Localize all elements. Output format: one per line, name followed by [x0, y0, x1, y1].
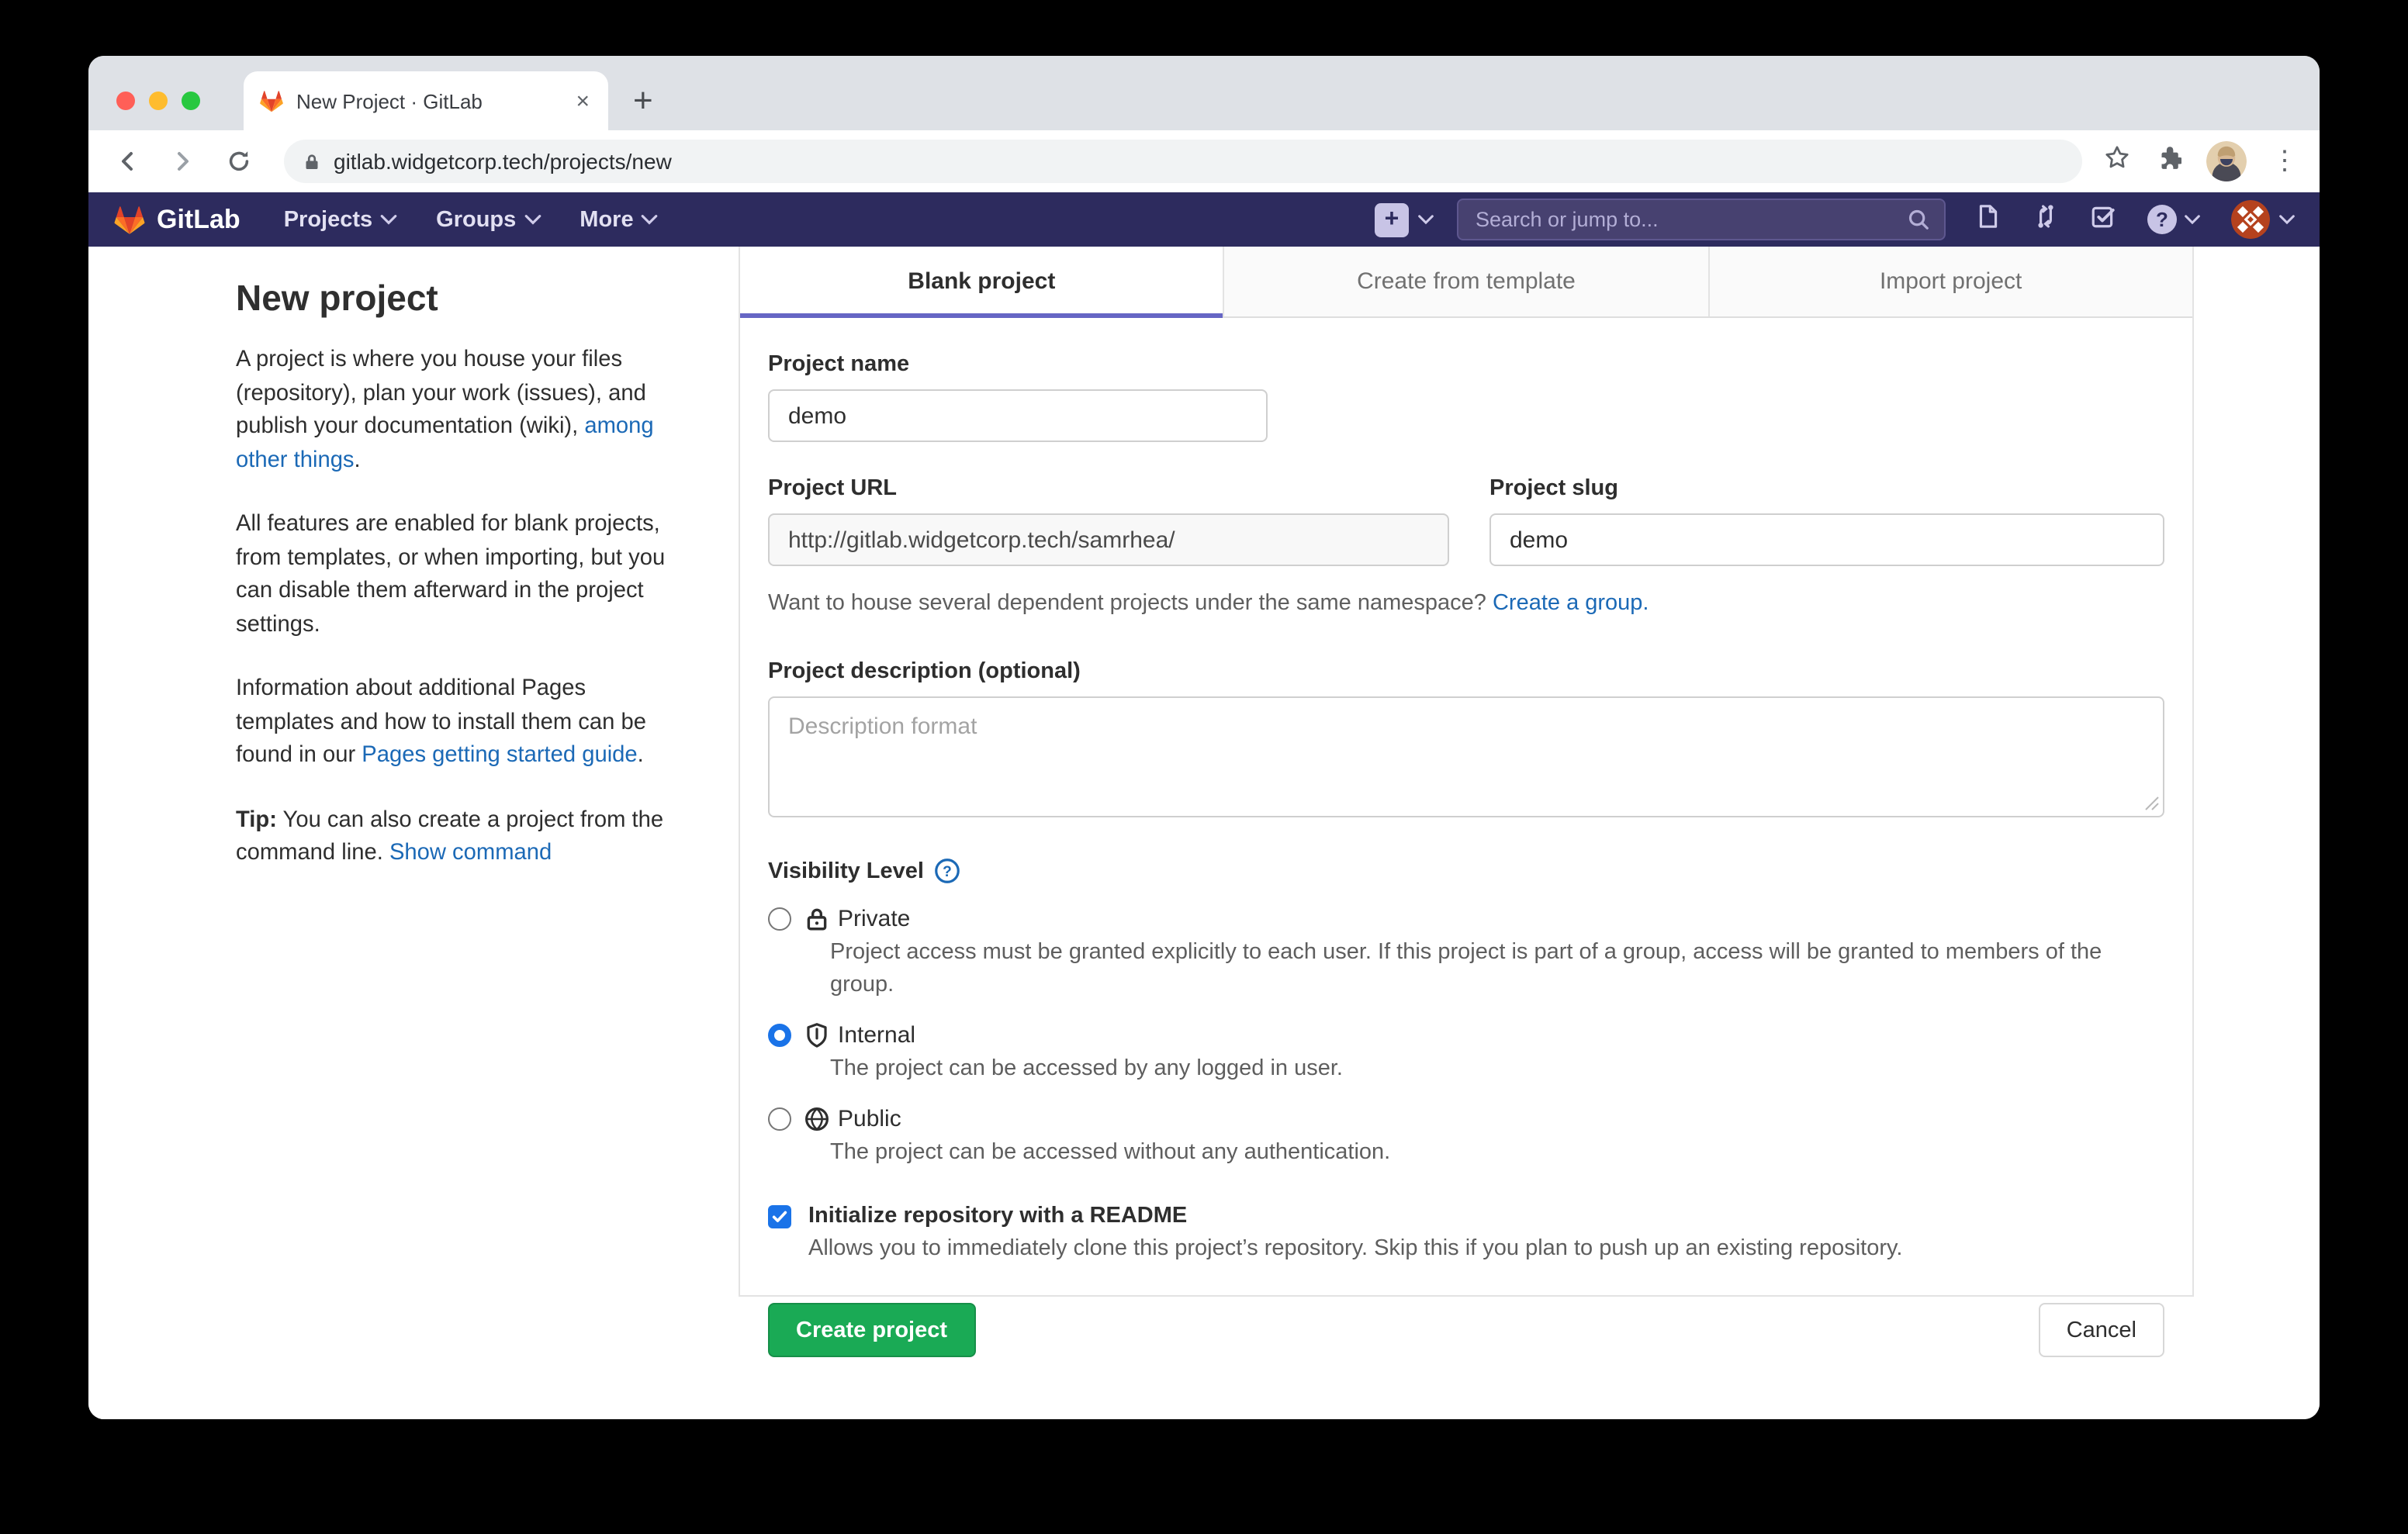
- shield-icon: [804, 1022, 830, 1049]
- nav-item-projects[interactable]: Projects: [284, 207, 397, 232]
- visibility-option-private: Private Project access must be granted e…: [768, 906, 2164, 1002]
- page-content: New project A project is where you house…: [88, 247, 2320, 1419]
- gitlab-logo-icon[interactable]: [113, 203, 146, 236]
- chevron-down-icon: [642, 214, 659, 225]
- new-menu-plus-icon[interactable]: +: [1375, 202, 1409, 237]
- reload-icon[interactable]: [222, 144, 256, 178]
- sidebar-tip: Tip: You can also create a project from …: [236, 804, 683, 871]
- project-slug-label: Project slug: [1489, 476, 2164, 501]
- project-name-label: Project name: [768, 352, 2164, 377]
- global-search[interactable]: [1457, 199, 1946, 240]
- resize-grip-icon[interactable]: [2144, 796, 2160, 811]
- check-icon: [771, 1208, 788, 1225]
- browser-toolbar: gitlab.widgetcorp.tech/projects/new: [88, 130, 2320, 192]
- namespace-hint: Want to house several dependent projects…: [768, 591, 2164, 616]
- new-tab-button[interactable]: +: [633, 84, 653, 118]
- project-url-label: Project URL: [768, 476, 1449, 501]
- create-project-button[interactable]: Create project: [768, 1303, 975, 1357]
- chevron-down-icon: [524, 214, 541, 225]
- blank-project-form: Project name Project URL Project slug Wa…: [740, 318, 2192, 1357]
- chevron-down-icon: [2279, 214, 2295, 225]
- address-bar[interactable]: gitlab.widgetcorp.tech/projects/new: [284, 140, 2082, 183]
- extensions-puzzle-icon[interactable]: [2155, 144, 2181, 178]
- gitlab-favicon-icon: [259, 88, 284, 113]
- private-radio[interactable]: [768, 907, 791, 931]
- visibility-option-public: Public The project can be accessed witho…: [768, 1106, 2164, 1170]
- tab-title: New Project · GitLab: [296, 89, 560, 112]
- search-icon: [1907, 208, 1930, 231]
- browser-window: New Project · GitLab × + gitlab.widgetc: [88, 56, 2320, 1419]
- readme-description: Allows you to immediately clone this pro…: [808, 1236, 2164, 1261]
- browser-profile-avatar[interactable]: [2206, 141, 2247, 181]
- issues-icon[interactable]: [1975, 202, 2001, 237]
- pages-guide-link[interactable]: Pages getting started guide: [362, 743, 637, 768]
- nav-item-more[interactable]: More: [580, 207, 658, 232]
- url-text: gitlab.widgetcorp.tech/projects/new: [334, 149, 672, 174]
- user-avatar: [2231, 200, 2270, 239]
- merge-request-icon[interactable]: [2033, 202, 2059, 237]
- nav-item-groups[interactable]: Groups: [436, 207, 541, 232]
- search-input[interactable]: [1472, 206, 1907, 233]
- gitlab-navbar: GitLab Projects Groups More +: [88, 192, 2320, 247]
- public-radio[interactable]: [768, 1107, 791, 1131]
- tab-create-from-template[interactable]: Create from template: [1225, 247, 1710, 316]
- todo-check-icon[interactable]: [2090, 202, 2116, 237]
- visibility-option-internal: Internal The project can be accessed by …: [768, 1022, 2164, 1086]
- screen: New Project · GitLab × + gitlab.widgetc: [0, 0, 2408, 1534]
- minimize-window-button[interactable]: [149, 92, 168, 110]
- cancel-button[interactable]: Cancel: [2039, 1303, 2164, 1357]
- project-description-label: Project description (optional): [768, 659, 2164, 684]
- create-group-link[interactable]: Create a group.: [1493, 591, 1649, 616]
- window-controls: [88, 92, 200, 130]
- svg-text:?: ?: [943, 864, 953, 880]
- project-name-input[interactable]: [768, 389, 1268, 442]
- zoom-window-button[interactable]: [182, 92, 200, 110]
- tab-blank-project[interactable]: Blank project: [740, 247, 1225, 316]
- gitlab-wordmark[interactable]: GitLab: [157, 204, 240, 235]
- tab-close-icon[interactable]: ×: [573, 86, 593, 116]
- readme-section: Initialize repository with a README Allo…: [768, 1204, 2164, 1261]
- close-window-button[interactable]: [116, 92, 135, 110]
- ssl-lock-icon: [303, 151, 321, 171]
- page-title: New project: [236, 278, 683, 320]
- chevron-down-icon: [2185, 214, 2200, 225]
- sidebar-paragraph: All features are enabled for blank proje…: [236, 509, 683, 642]
- sidebar-paragraph: A project is where you house your files …: [236, 344, 683, 478]
- new-project-panel: Blank project Create from template Impor…: [739, 247, 2194, 1297]
- forward-icon[interactable]: [166, 144, 200, 178]
- show-command-link[interactable]: Show command: [389, 841, 552, 865]
- internal-radio[interactable]: [768, 1024, 791, 1047]
- form-actions: Create project Cancel: [768, 1303, 2164, 1357]
- chevron-down-icon[interactable]: [1418, 214, 1434, 225]
- globe-icon: [804, 1106, 830, 1132]
- visibility-help-icon[interactable]: ?: [935, 858, 961, 884]
- lock-icon: [804, 906, 830, 932]
- help-icon: ?: [2147, 205, 2177, 234]
- back-icon[interactable]: [110, 144, 144, 178]
- chevron-down-icon: [380, 214, 397, 225]
- project-url-input[interactable]: [768, 513, 1449, 566]
- browser-tab-strip: New Project · GitLab × +: [88, 56, 2320, 130]
- project-slug-input[interactable]: [1489, 513, 2164, 566]
- bookmark-star-icon[interactable]: [2104, 144, 2130, 178]
- tab-import-project[interactable]: Import project: [1709, 247, 2192, 316]
- project-type-tabs: Blank project Create from template Impor…: [740, 247, 2192, 318]
- user-menu[interactable]: [2231, 200, 2295, 239]
- sidebar-paragraph: Information about additional Pages templ…: [236, 673, 683, 773]
- sidebar: New project A project is where you house…: [88, 247, 739, 1419]
- browser-menu-icon[interactable]: ⋮: [2271, 146, 2298, 177]
- project-description-textarea[interactable]: [768, 696, 2164, 817]
- browser-tab[interactable]: New Project · GitLab ×: [244, 71, 608, 130]
- help-menu[interactable]: ?: [2147, 205, 2200, 234]
- visibility-level-label: Visibility Level: [768, 859, 924, 883]
- readme-label: Initialize repository with a README: [808, 1204, 1187, 1228]
- readme-checkbox[interactable]: [768, 1204, 791, 1228]
